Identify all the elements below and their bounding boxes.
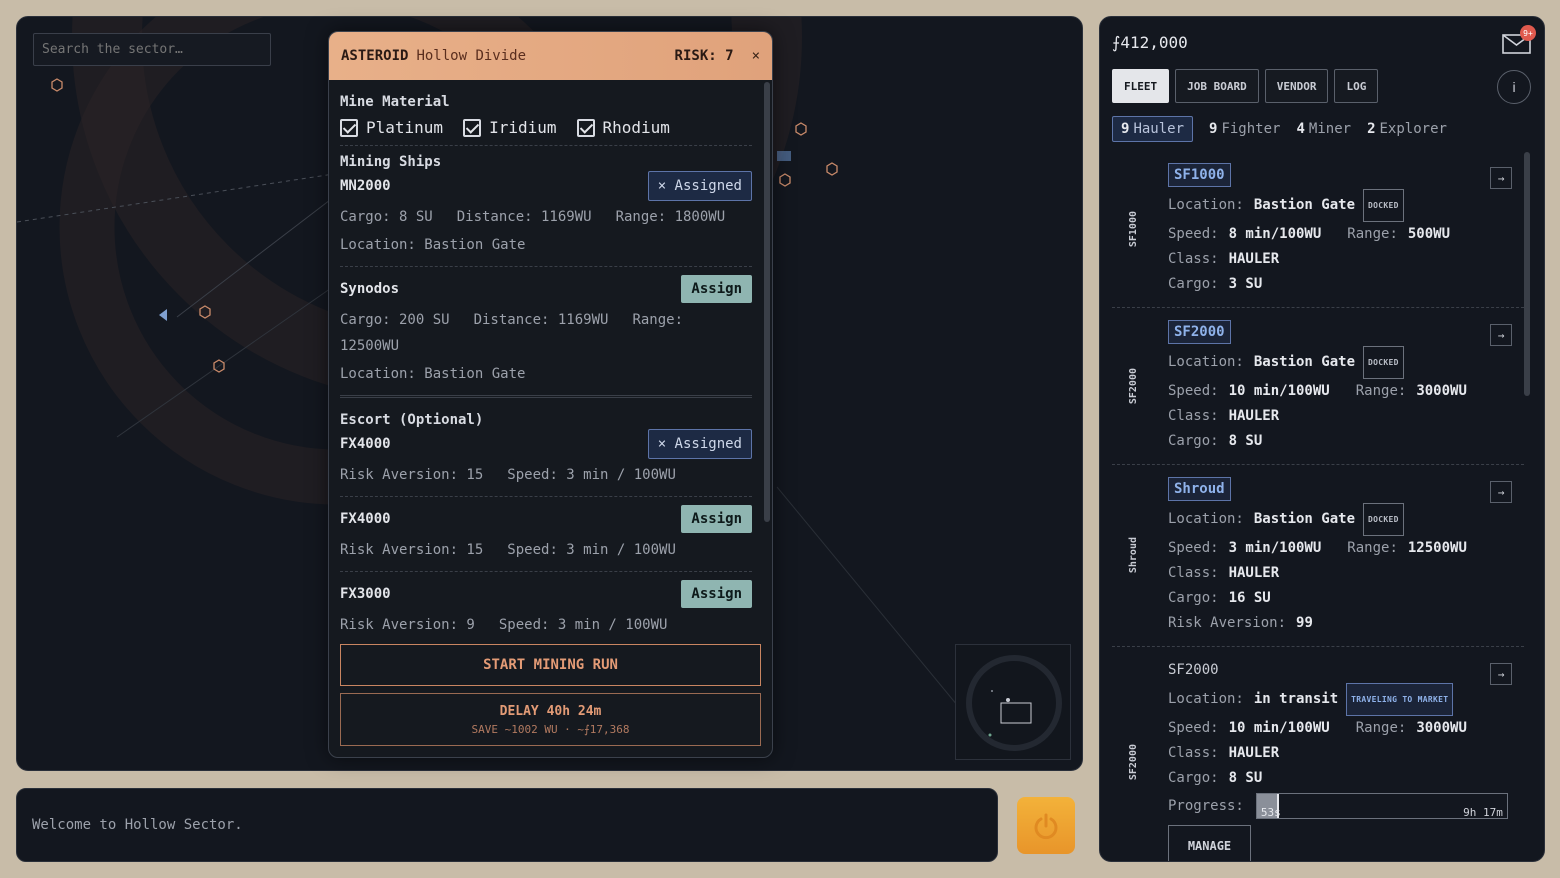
fleet-card: Shroud Shroud → Location: Bastion Gate DOC… bbox=[1112, 465, 1524, 647]
escort-ship-item: FX3000 Assign Risk Aversion: 9 Speed: 3 m… bbox=[340, 572, 752, 636]
arrow-right-icon[interactable]: → bbox=[1490, 663, 1512, 685]
ship-stats: Cargo: 8 SU Distance: 1169WU Range: 1800WU bbox=[340, 209, 726, 225]
assign-button[interactable]: Assign bbox=[681, 580, 752, 608]
tab-vendor[interactable]: VENDOR bbox=[1264, 69, 1329, 103]
tab-fleet[interactable]: FLEET bbox=[1112, 69, 1170, 103]
power-button[interactable] bbox=[1017, 797, 1075, 854]
vertical-ship-label: SF2000 bbox=[1128, 367, 1139, 405]
ship-id-link[interactable]: SF2000 bbox=[1168, 320, 1231, 344]
vertical-ship-label: SF1000 bbox=[1128, 210, 1139, 248]
progress-remaining: 9h 17m bbox=[1463, 806, 1503, 819]
dialog-scrollbar[interactable] bbox=[764, 82, 770, 522]
fleet-filters: 9 Hauler 9 Fighter 4 Miner 2 Explorer bbox=[1112, 116, 1447, 142]
material-checkbox-platinum[interactable]: Platinum bbox=[340, 118, 443, 137]
assign-button[interactable]: Assign bbox=[681, 275, 752, 303]
checkbox-checked-icon[interactable] bbox=[340, 118, 358, 137]
arrow-right-icon[interactable]: → bbox=[1490, 167, 1512, 189]
dialog-header: ASTEROID Hollow Divide RISK: 7 × bbox=[329, 32, 772, 80]
filter-miner[interactable]: 4 Miner bbox=[1296, 121, 1351, 137]
risk-indicator: RISK: 7 bbox=[675, 48, 734, 64]
filter-hauler[interactable]: 9 Hauler bbox=[1112, 116, 1194, 142]
ship-stats: Risk Aversion: 15 Speed: 3 min / 100WU bbox=[340, 542, 676, 558]
vertical-ship-label: Shroud bbox=[1128, 537, 1139, 574]
filter-fighter[interactable]: 9 Fighter bbox=[1209, 121, 1280, 137]
power-icon bbox=[1034, 813, 1058, 839]
checkbox-checked-icon[interactable] bbox=[463, 118, 482, 137]
fleet-list[interactable]: SF1000 SF1000 → Location: Bastion Gate DOC… bbox=[1112, 151, 1524, 861]
status-badge: DOCKED bbox=[1363, 503, 1404, 536]
ship-name: FX4000 bbox=[340, 436, 391, 452]
mail-badge: 9+ bbox=[1520, 25, 1536, 41]
arrow-right-icon[interactable]: → bbox=[1490, 481, 1512, 503]
tab-job-board[interactable]: JOB BOARD bbox=[1175, 69, 1259, 103]
mine-material-title: Mine Material bbox=[340, 94, 450, 110]
close-icon[interactable]: × bbox=[752, 48, 760, 64]
message-console: Welcome to Hollow Sector. bbox=[16, 788, 998, 862]
target-kind: ASTEROID bbox=[341, 48, 409, 64]
escort-ship-item: FX4000 Assign Risk Aversion: 15 Speed: 3 … bbox=[340, 497, 752, 572]
sector-search-input[interactable] bbox=[33, 33, 271, 66]
ship-stats: Risk Aversion: 15 Speed: 3 min / 100WU bbox=[340, 467, 676, 483]
material-checkboxes: Platinum Iridium Rhodium bbox=[340, 118, 752, 146]
delay-savings: SAVE ~1002 WU · ~⨍17,368 bbox=[471, 722, 630, 736]
fleet-scrollbar[interactable] bbox=[1524, 152, 1530, 396]
fleet-panel: ⨍412,000 9+ FLEET JOB BOARD VENDOR LOG i… bbox=[1099, 16, 1545, 862]
progress-elapsed: 53s bbox=[1260, 806, 1281, 819]
console-message: Welcome to Hollow Sector. bbox=[32, 817, 243, 833]
ship-location: Location: Bastion Gate bbox=[340, 237, 526, 253]
ship-name: FX3000 bbox=[340, 586, 391, 602]
arrow-right-icon[interactable]: → bbox=[1490, 324, 1512, 346]
ship-id: SF2000 bbox=[1168, 662, 1219, 678]
ship-name: FX4000 bbox=[340, 511, 391, 527]
credits-balance: ⨍412,000 bbox=[1112, 33, 1188, 52]
panel-tabs: FLEET JOB BOARD VENDOR LOG bbox=[1112, 69, 1379, 103]
ship-marker-icon[interactable] bbox=[159, 309, 167, 321]
ship-name: MN2000 bbox=[340, 178, 391, 194]
delay-run-button[interactable]: DELAY 40h 24m SAVE ~1002 WU · ~⨍17,368 bbox=[340, 693, 761, 746]
risk-value: 7 bbox=[725, 48, 734, 64]
fleet-card: SF2000 SF2000 → Location: Bastion Gate DOC… bbox=[1112, 308, 1524, 465]
delay-label: DELAY 40h 24m bbox=[499, 703, 602, 719]
unassign-button[interactable]: × Assigned bbox=[647, 429, 752, 459]
filter-explorer[interactable]: 2 Explorer bbox=[1367, 121, 1447, 137]
asteroid-dialog: ASTEROID Hollow Divide RISK: 7 × Mine Ma… bbox=[328, 31, 773, 758]
asteroid-node-icon[interactable] bbox=[779, 173, 791, 187]
asteroid-node-icon[interactable] bbox=[826, 162, 838, 176]
status-badge: DOCKED bbox=[1363, 346, 1404, 379]
ship-id-link[interactable]: Shroud bbox=[1168, 477, 1231, 501]
manage-button[interactable]: MANAGE bbox=[1168, 825, 1251, 861]
dialog-body[interactable]: Mine Material Platinum Iridium Rhodium M… bbox=[340, 80, 752, 636]
mining-ship-item: Synodos Assign Cargo: 200 SU Distance: 11… bbox=[340, 267, 752, 398]
material-checkbox-iridium[interactable]: Iridium bbox=[463, 118, 557, 137]
ship-stats: Cargo: 200 SU Distance: 1169WU Range: 1250… bbox=[340, 312, 684, 354]
info-icon[interactable]: i bbox=[1497, 70, 1531, 104]
mining-ship-item: MN2000 × Assigned Cargo: 8 SU Distance: 1… bbox=[340, 170, 752, 267]
mining-ships-title: Mining Ships bbox=[340, 154, 442, 170]
escort-ship-item: FX4000 × Assigned Risk Aversion: 15 Speed… bbox=[340, 428, 752, 497]
escort-title: Escort (Optional) bbox=[340, 412, 484, 428]
start-mining-run-button[interactable]: START MINING RUN bbox=[340, 644, 761, 686]
vertical-ship-label: SF2000 bbox=[1128, 743, 1139, 781]
ship-id-link[interactable]: SF1000 bbox=[1168, 163, 1231, 187]
risk-label: RISK: bbox=[674, 48, 717, 64]
minimap[interactable] bbox=[955, 644, 1071, 760]
status-badge: DOCKED bbox=[1363, 189, 1404, 222]
ship-stats: Risk Aversion: 9 Speed: 3 min / 100WU bbox=[340, 617, 668, 633]
assign-button[interactable]: Assign bbox=[681, 505, 752, 533]
unassign-button[interactable]: × Assigned bbox=[647, 171, 752, 201]
target-name: Hollow Divide bbox=[416, 48, 527, 64]
fleet-card: SF1000 SF1000 → Location: Bastion Gate DOC… bbox=[1112, 151, 1524, 308]
material-checkbox-rhodium[interactable]: Rhodium bbox=[576, 118, 670, 137]
tab-log[interactable]: LOG bbox=[1334, 69, 1379, 103]
checkbox-checked-icon[interactable] bbox=[576, 118, 595, 137]
ship-name: Synodos bbox=[340, 281, 400, 297]
asteroid-node-icon[interactable] bbox=[51, 78, 63, 92]
ship-location: Location: Bastion Gate bbox=[340, 366, 526, 382]
status-badge: TRAVELING TO MARKET bbox=[1346, 683, 1454, 716]
fleet-card: SF2000 SF2000 → Location: in transit TRAVE… bbox=[1112, 647, 1524, 861]
asteroid-node-icon[interactable] bbox=[795, 122, 807, 136]
transit-progress-bar: 53s 9h 17m bbox=[1255, 793, 1508, 819]
